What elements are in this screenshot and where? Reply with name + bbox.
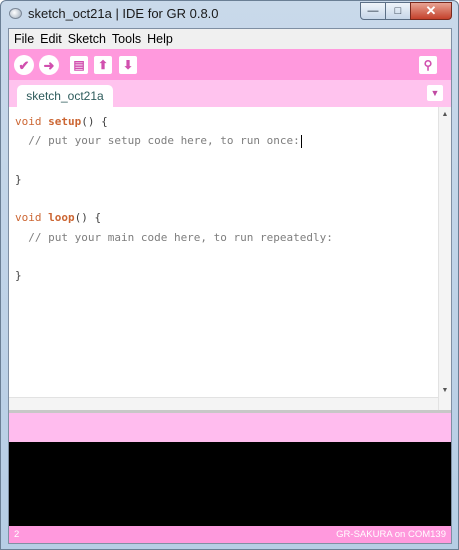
- triangle-up-icon: ▲: [441, 110, 449, 118]
- scroll-down-button[interactable]: ▼: [439, 384, 451, 396]
- minimize-icon: —: [367, 5, 379, 17]
- app-icon: [9, 8, 22, 19]
- open-button[interactable]: ⬆: [94, 56, 112, 74]
- window-controls: — □ ✕: [360, 2, 452, 22]
- triangle-down-icon: ▼: [441, 386, 449, 394]
- tab-sketch[interactable]: sketch_oct21a: [17, 85, 113, 107]
- code-text-span: () {: [74, 211, 102, 225]
- code-line: void loop() {: [15, 208, 333, 227]
- code-text-span: () {: [81, 115, 108, 128]
- new-sketch-button[interactable]: ▤: [70, 56, 88, 74]
- code-line: // put your setup code here, to run once…: [15, 131, 333, 150]
- triangle-down-icon: ▼: [430, 88, 440, 98]
- board-port-info: GR-SAKURA on COM139: [336, 529, 446, 540]
- close-button[interactable]: ✕: [410, 2, 452, 20]
- save-button[interactable]: ⬇: [119, 56, 137, 74]
- magnifier-icon: ⚲: [423, 58, 433, 72]
- code-line: }: [15, 266, 333, 285]
- code-line: void setup() {: [15, 112, 333, 131]
- close-icon: ✕: [425, 3, 437, 18]
- scroll-up-button[interactable]: ▲: [439, 108, 451, 120]
- menu-bar: File Edit Sketch Tools Help: [9, 29, 451, 49]
- menu-help[interactable]: Help: [144, 32, 176, 46]
- vertical-scrollbar[interactable]: ▲ ▼: [438, 107, 451, 410]
- arrow-down-icon: ⬇: [122, 58, 134, 72]
- menu-file[interactable]: File: [11, 32, 37, 46]
- ide-window: sketch_oct21a | IDE for GR 0.8.0 — □ ✕ F…: [0, 0, 459, 550]
- tab-menu-button[interactable]: ▼: [427, 85, 443, 101]
- comment: // put your main code here, to run repea…: [15, 230, 333, 244]
- text-caret: [300, 134, 302, 148]
- client-area: File Edit Sketch Tools Help ✔ ➜ ▤ ⬆ ⬇ ⚲: [8, 28, 452, 544]
- maximize-button[interactable]: □: [385, 2, 411, 20]
- toolbar: ✔ ➜ ▤ ⬆ ⬇ ⚲: [9, 49, 451, 80]
- comment: // put your setup code here, to run once…: [15, 134, 300, 148]
- code-line: // put your main code here, to run repea…: [15, 228, 333, 247]
- window-title: sketch_oct21a | IDE for GR 0.8.0: [28, 6, 219, 21]
- new-file-icon: ▤: [73, 58, 85, 72]
- keyword: void: [15, 211, 49, 225]
- serial-monitor-button[interactable]: ⚲: [419, 56, 437, 74]
- arrow-right-icon: ➜: [43, 57, 55, 73]
- function-name: loop: [48, 211, 75, 225]
- console-output[interactable]: [9, 442, 451, 526]
- status-bar: 2 GR-SAKURA on COM139: [9, 526, 451, 543]
- horizontal-scrollbar[interactable]: [9, 397, 438, 410]
- code-text[interactable]: void setup() { // put your setup code he…: [15, 112, 333, 286]
- code-text-span: }: [15, 269, 22, 283]
- upload-button[interactable]: ➜: [39, 55, 59, 75]
- title-bar[interactable]: sketch_oct21a | IDE for GR 0.8.0 — □ ✕: [1, 1, 458, 27]
- menu-sketch[interactable]: Sketch: [65, 32, 109, 46]
- keyword: void: [15, 115, 49, 128]
- code-line: }: [15, 170, 333, 189]
- arrow-up-icon: ⬆: [97, 58, 109, 72]
- function-name: setup: [48, 115, 82, 128]
- minimize-button[interactable]: —: [360, 2, 386, 20]
- line-number: 2: [14, 529, 20, 540]
- menu-tools[interactable]: Tools: [109, 32, 144, 46]
- code-editor[interactable]: void setup() { // put your setup code he…: [9, 107, 451, 410]
- verify-button[interactable]: ✔: [14, 55, 34, 75]
- message-area: [9, 413, 451, 442]
- code-text-span: }: [15, 172, 22, 186]
- menu-edit[interactable]: Edit: [37, 32, 65, 46]
- tab-strip: sketch_oct21a ▼: [9, 80, 451, 107]
- maximize-icon: □: [394, 5, 402, 17]
- check-icon: ✔: [18, 57, 30, 73]
